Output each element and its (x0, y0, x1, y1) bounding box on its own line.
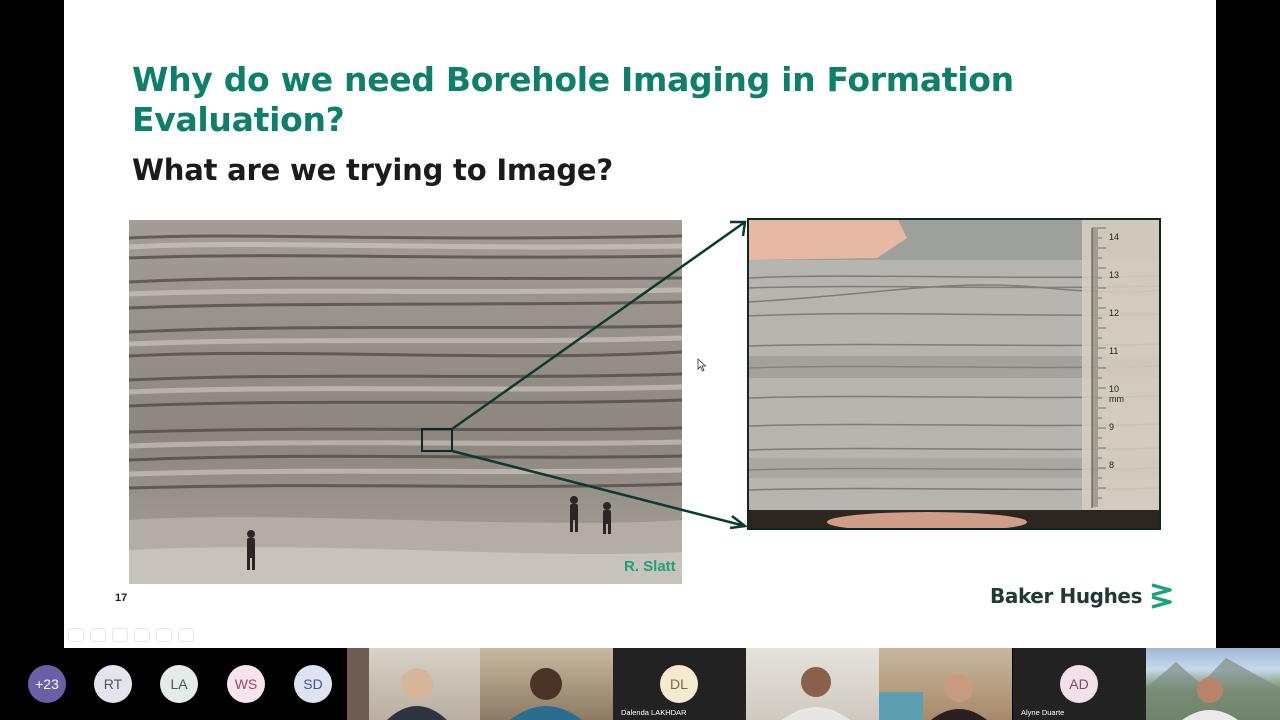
participant-tile-dalenda[interactable]: DL Dalenda LAKHDAR (613, 648, 746, 720)
logo-text: Baker Hughes (990, 584, 1143, 608)
slides-icon[interactable] (134, 628, 150, 642)
baker-hughes-logo: Baker Hughes (990, 583, 1176, 609)
presentation-slide: Why do we need Borehole Imaging in Forma… (64, 0, 1216, 648)
person-silhouette-icon (782, 667, 850, 720)
photo-credit: R. Slatt (624, 558, 676, 575)
zoom-icon[interactable] (156, 628, 172, 642)
avatar-initials: SD (303, 676, 323, 692)
participant-video-tile[interactable] (480, 648, 613, 720)
participant-avatar-sd[interactable]: SD (294, 665, 332, 703)
participant-video-tile[interactable] (1146, 648, 1280, 720)
participant-video-tile[interactable] (347, 648, 480, 720)
core-scale-labels: 14 13 12 11 10 mm 9 8 (1109, 232, 1133, 492)
participant-avatar-rt[interactable]: RT (94, 665, 132, 703)
participant-name: Alyne Duarte (1021, 708, 1065, 717)
participant-name: Dalenda LAKHDAR (621, 708, 687, 717)
overflow-participants-badge[interactable]: +23 (28, 665, 66, 703)
core-sample-photo (747, 218, 1161, 530)
avatar-initials: LA (170, 676, 188, 692)
avatar-initials: DL (670, 676, 688, 692)
scale-label: 12 (1109, 308, 1120, 318)
slide-number: 17 (115, 592, 128, 604)
participant-avatar-dl: DL (660, 665, 698, 703)
person-silhouette-icon (510, 668, 582, 720)
next-slide-icon[interactable] (90, 628, 106, 642)
slide-controls (68, 628, 194, 642)
participant-avatar-ad: AD (1060, 665, 1098, 703)
avatar-initials: AD (1069, 676, 1089, 692)
participant-avatar-la[interactable]: LA (160, 665, 198, 703)
scale-label: 14 (1109, 232, 1120, 242)
participant-tile-alyne[interactable]: AD Alyne Duarte (1013, 648, 1146, 720)
scale-label: 10 mm (1109, 384, 1124, 404)
slide-title: Why do we need Borehole Imaging in Forma… (132, 60, 1014, 139)
participant-video-tile[interactable] (746, 648, 879, 720)
person-silhouette-icon (347, 648, 447, 720)
person-silhouette-icon (879, 674, 987, 720)
slide-subtitle: What are we trying to Image? (132, 153, 613, 187)
participant-video-tile[interactable] (879, 648, 1012, 720)
participant-avatar-ws[interactable]: WS (227, 665, 265, 703)
overflow-count: +23 (35, 676, 59, 692)
scale-label: 13 (1109, 270, 1120, 280)
scale-label: 8 (1109, 460, 1115, 470)
prev-slide-icon[interactable] (68, 628, 84, 642)
person-silhouette-icon (1146, 658, 1280, 720)
avatar-initials: RT (103, 676, 123, 692)
scale-label: 11 (1109, 346, 1119, 356)
pen-icon[interactable] (112, 628, 128, 642)
baker-hughes-mark-icon (1151, 583, 1172, 609)
outcrop-photo (129, 220, 682, 584)
scale-label: 9 (1109, 422, 1115, 432)
more-icon[interactable] (178, 628, 194, 642)
avatar-initials: WS (234, 676, 258, 692)
mouse-cursor-icon (697, 358, 707, 372)
